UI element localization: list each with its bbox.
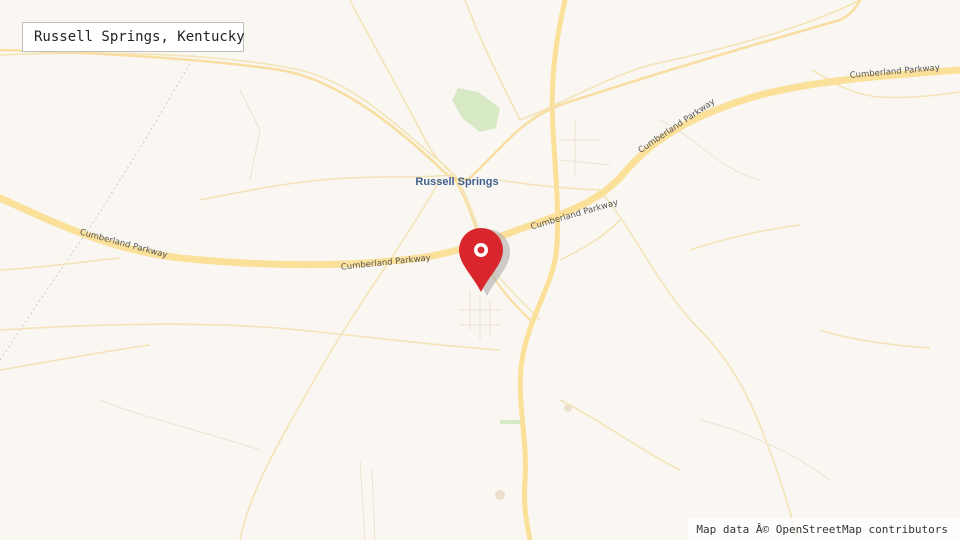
- road-label-cumberland-east-mid: Cumberland Parkway: [637, 97, 717, 156]
- local-streets: [99, 89, 831, 540]
- building-block: [500, 420, 520, 424]
- north-south-highway: [517, 0, 568, 540]
- road-label-cumberland-center: Cumberland Parkway: [530, 198, 620, 233]
- map-view[interactable]: Russell Springs Cumberland Parkway Cumbe…: [0, 0, 960, 540]
- building-block: [495, 490, 505, 500]
- road-label-cumberland-center-west: Cumberland Parkway: [340, 253, 431, 272]
- map-pin-icon[interactable]: [459, 228, 510, 296]
- park-area: [452, 88, 500, 132]
- map-attribution: Map data Â© OpenStreetMap contributors: [688, 518, 960, 540]
- location-title: Russell Springs, Kentucky: [22, 22, 245, 52]
- town-label: Russell Springs: [415, 176, 498, 188]
- road-label-cumberland-west: Cumberland Parkway: [79, 228, 169, 261]
- map-canvas: Russell Springs Cumberland Parkway Cumbe…: [0, 0, 960, 540]
